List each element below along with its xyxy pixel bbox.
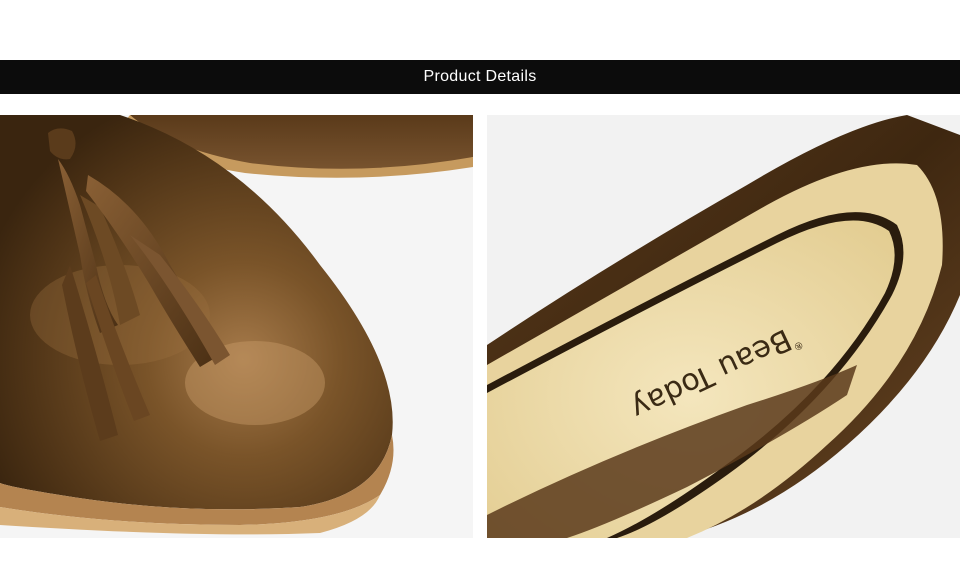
insole-illustration: Beau Today ® [487, 115, 960, 538]
loafer-toe-photo [0, 115, 473, 538]
banner-title: Product Details [423, 68, 537, 85]
loafer-toe-illustration [0, 115, 473, 538]
product-details-page: Product Details Beau Today ® [0, 0, 960, 563]
insole-photo: Beau Today ® [487, 115, 960, 538]
section-banner: Product Details [0, 60, 960, 94]
